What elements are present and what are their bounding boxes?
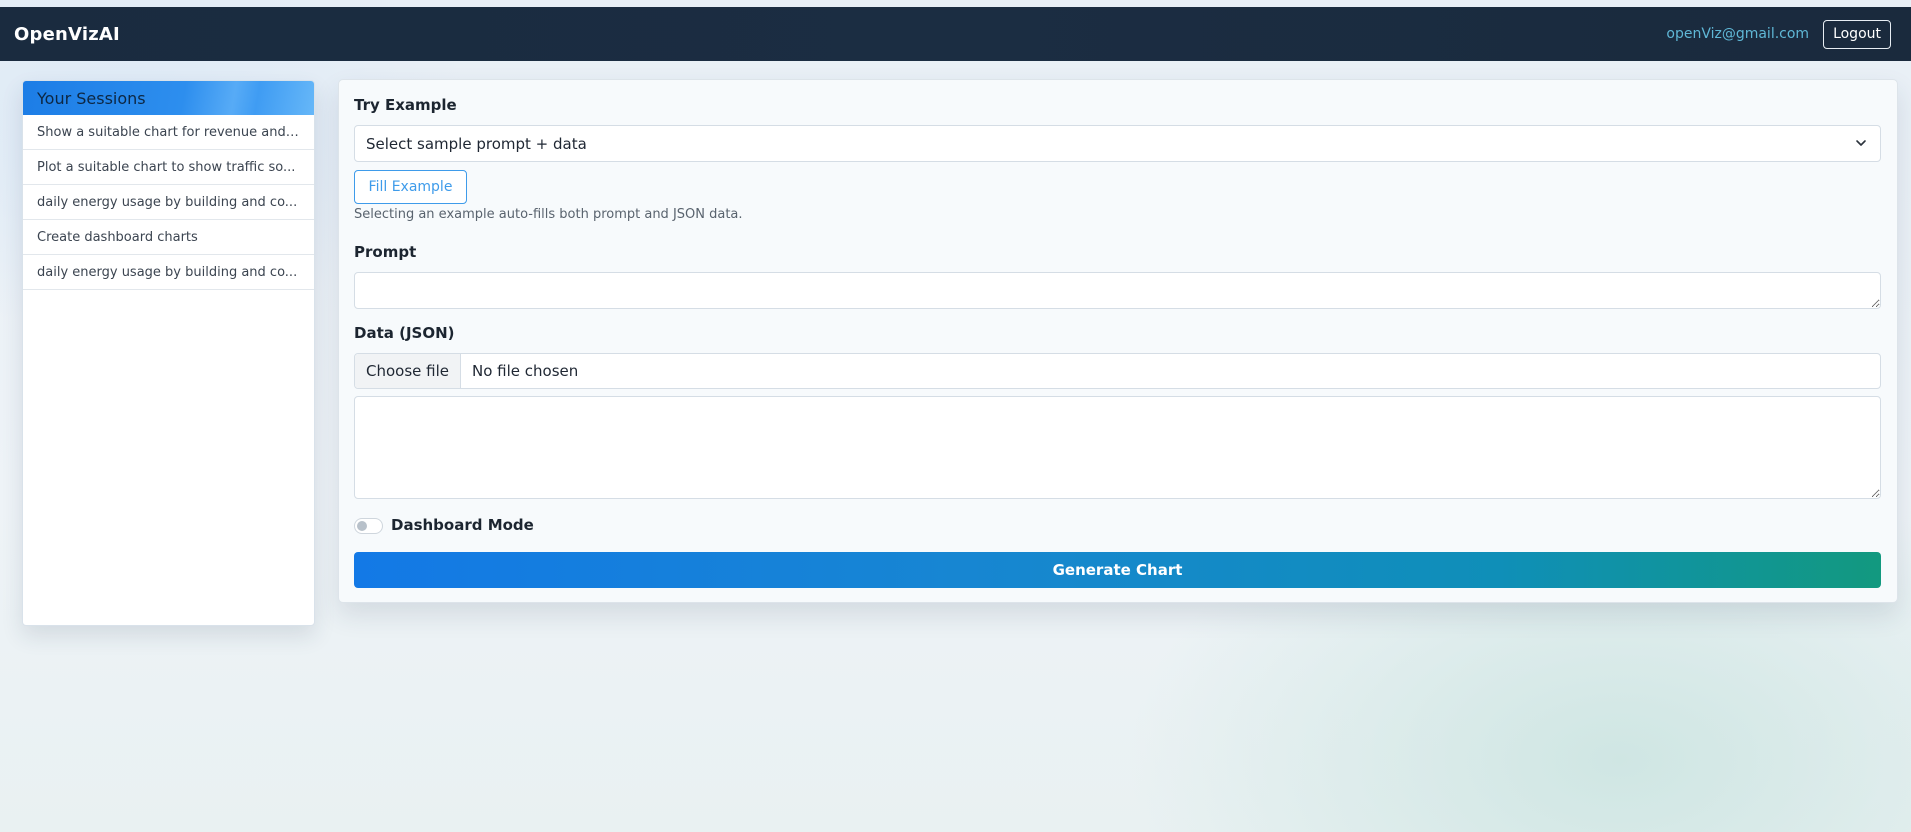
generate-chart-button[interactable]: Generate Chart <box>354 552 1881 588</box>
json-data-input[interactable] <box>354 396 1881 499</box>
sessions-sidebar: Your Sessions Show a suitable chart for … <box>22 80 315 626</box>
logout-button[interactable]: Logout <box>1823 19 1891 49</box>
example-select[interactable]: Select sample prompt + data <box>354 125 1881 162</box>
session-item[interactable]: Create dashboard charts <box>23 220 314 255</box>
top-navbar: OpenVizAI openViz@gmail.com Logout <box>0 7 1911 61</box>
session-item[interactable]: Show a suitable chart for revenue and ..… <box>23 115 314 150</box>
session-item-label: daily energy usage by building and co... <box>37 264 298 280</box>
data-json-label: Data (JSON) <box>354 324 455 342</box>
brand-logo[interactable]: OpenVizAI <box>14 24 120 45</box>
dashboard-mode-toggle[interactable] <box>354 518 383 534</box>
session-item-label: Plot a suitable chart to show traffic so… <box>37 159 296 175</box>
session-item[interactable]: daily energy usage by building and co... <box>23 185 314 220</box>
json-file-input[interactable]: Choose file No file chosen <box>354 353 1881 389</box>
user-email: openViz@gmail.com <box>1666 26 1810 42</box>
dashboard-mode-label: Dashboard Mode <box>391 516 534 534</box>
session-item-label: Show a suitable chart for revenue and ..… <box>37 124 300 140</box>
session-item[interactable]: daily energy usage by building and co... <box>23 255 314 290</box>
sessions-header: Your Sessions <box>23 81 314 115</box>
chart-form-card: Try Example Select sample prompt + data … <box>338 79 1898 603</box>
navbar-user-area: openViz@gmail.com Logout <box>1666 19 1897 49</box>
example-select-value: Select sample prompt + data <box>366 134 587 153</box>
toggle-knob <box>357 521 367 531</box>
session-item[interactable]: Plot a suitable chart to show traffic so… <box>23 150 314 185</box>
try-example-label: Try Example <box>354 96 457 114</box>
prompt-label: Prompt <box>354 243 417 261</box>
file-status-text: No file chosen <box>472 362 579 380</box>
choose-file-button[interactable]: Choose file <box>355 354 461 388</box>
session-item-label: daily energy usage by building and co... <box>37 194 298 210</box>
example-help-text: Selecting an example auto-fills both pro… <box>354 207 743 222</box>
fill-example-button[interactable]: Fill Example <box>354 170 467 204</box>
chevron-down-icon <box>1856 140 1866 146</box>
prompt-input[interactable] <box>354 272 1881 309</box>
session-item-label: Create dashboard charts <box>37 229 198 245</box>
